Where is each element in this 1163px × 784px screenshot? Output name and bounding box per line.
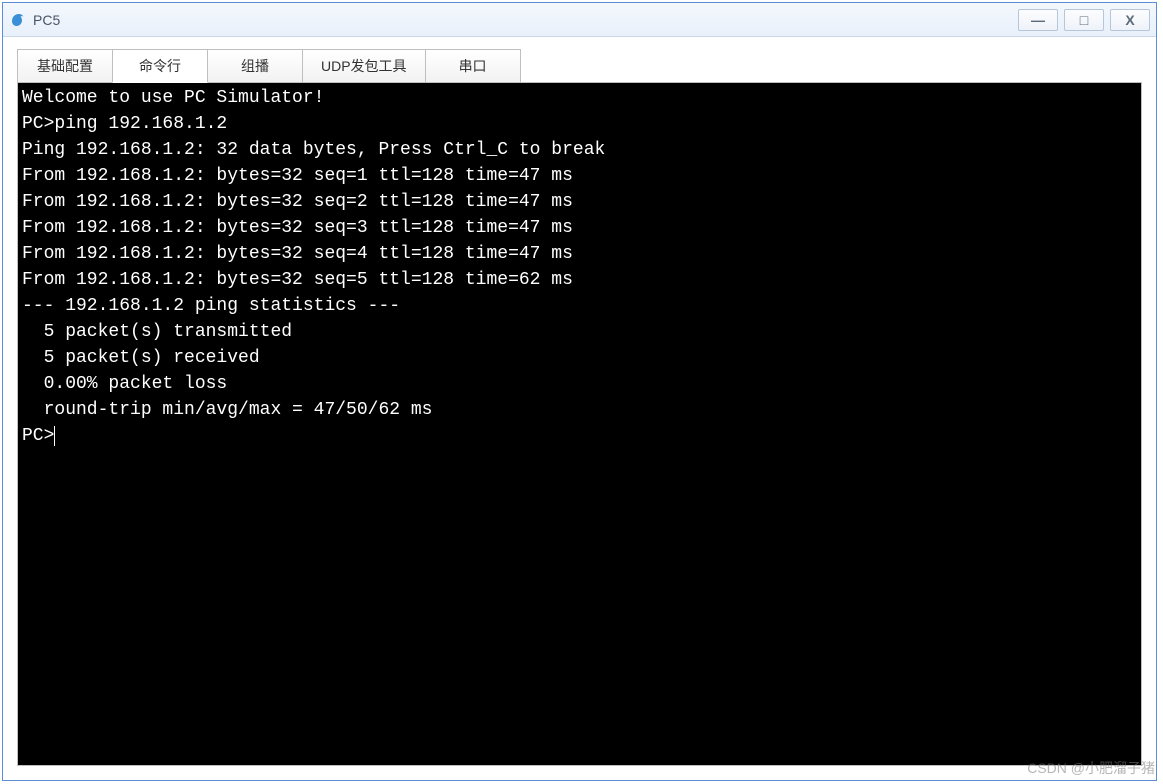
terminal-line: Welcome to use PC Simulator! bbox=[22, 85, 1137, 111]
terminal-line: 5 packet(s) transmitted bbox=[22, 319, 1137, 345]
terminal[interactable]: Welcome to use PC Simulator!PC>ping 192.… bbox=[17, 82, 1142, 766]
terminal-line: From 192.168.1.2: bytes=32 seq=4 ttl=128… bbox=[22, 241, 1137, 267]
tab-multicast[interactable]: 组播 bbox=[207, 49, 303, 83]
terminal-line: PC>ping 192.168.1.2 bbox=[22, 111, 1137, 137]
window-title: PC5 bbox=[33, 12, 1018, 28]
cursor-icon bbox=[54, 426, 55, 446]
tab-bar: 基础配置 命令行 组播 UDP发包工具 串口 bbox=[17, 49, 1142, 83]
terminal-line: From 192.168.1.2: bytes=32 seq=2 ttl=128… bbox=[22, 189, 1137, 215]
tab-serial[interactable]: 串口 bbox=[425, 49, 521, 83]
close-button[interactable]: X bbox=[1110, 9, 1150, 31]
app-window: PC5 — □ X 基础配置 命令行 组播 UDP发包工具 串口 Welcome… bbox=[2, 2, 1157, 781]
titlebar-controls: — □ X bbox=[1018, 9, 1150, 31]
maximize-button[interactable]: □ bbox=[1064, 9, 1104, 31]
terminal-line: --- 192.168.1.2 ping statistics --- bbox=[22, 293, 1137, 319]
terminal-line: From 192.168.1.2: bytes=32 seq=3 ttl=128… bbox=[22, 215, 1137, 241]
terminal-line: round-trip min/avg/max = 47/50/62 ms bbox=[22, 397, 1137, 423]
tab-udp-tool[interactable]: UDP发包工具 bbox=[302, 49, 426, 83]
prompt-text: PC> bbox=[22, 426, 54, 446]
terminal-prompt: PC> bbox=[22, 423, 1137, 449]
titlebar[interactable]: PC5 — □ X bbox=[3, 3, 1156, 37]
terminal-line: Ping 192.168.1.2: 32 data bytes, Press C… bbox=[22, 137, 1137, 163]
terminal-line: From 192.168.1.2: bytes=32 seq=5 ttl=128… bbox=[22, 267, 1137, 293]
terminal-line: 0.00% packet loss bbox=[22, 371, 1137, 397]
terminal-line: 5 packet(s) received bbox=[22, 345, 1137, 371]
app-icon bbox=[9, 11, 27, 29]
terminal-line: From 192.168.1.2: bytes=32 seq=1 ttl=128… bbox=[22, 163, 1137, 189]
content-area: 基础配置 命令行 组播 UDP发包工具 串口 Welcome to use PC… bbox=[3, 37, 1156, 780]
minimize-button[interactable]: — bbox=[1018, 9, 1058, 31]
tab-command-line[interactable]: 命令行 bbox=[112, 49, 208, 83]
tab-basic-config[interactable]: 基础配置 bbox=[17, 49, 113, 83]
